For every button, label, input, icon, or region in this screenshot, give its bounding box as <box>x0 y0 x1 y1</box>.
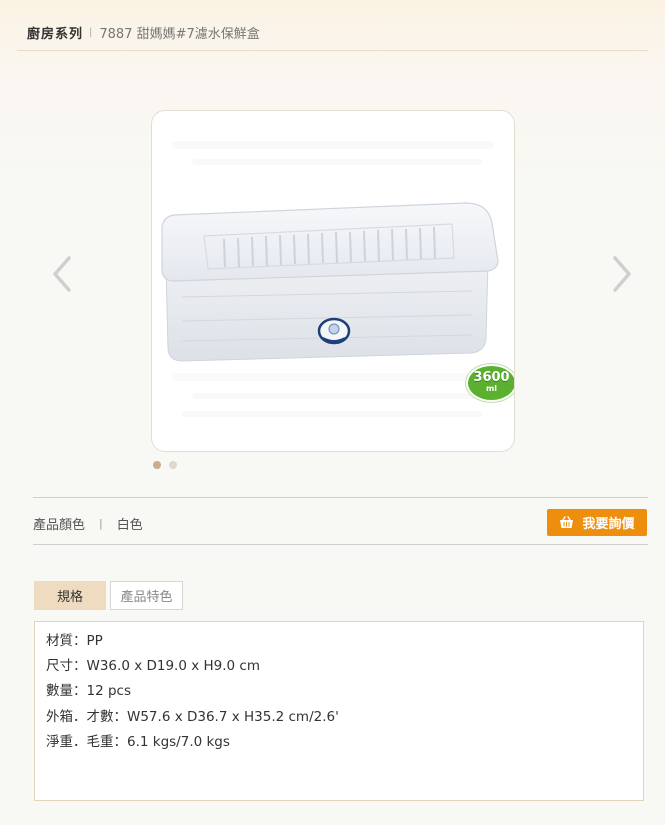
brand-emblem <box>317 317 351 345</box>
spec-dimensions: 尺寸：W36.0 x D19.0 x H9.0 cm <box>46 658 260 675</box>
carousel-next-button[interactable] <box>607 252 637 296</box>
specifications-panel: 材質：PP 尺寸：W36.0 x D19.0 x H9.0 cm 數量：12 p… <box>34 621 644 801</box>
tab-specifications[interactable]: 規格 <box>34 581 106 610</box>
breadcrumb-current: 7887 甜媽媽#7濾水保鮮盒 <box>99 26 260 42</box>
carousel-dot-2[interactable] <box>169 461 177 469</box>
capacity-unit: ml <box>485 384 498 393</box>
spec-weight: 淨重．毛重：6.1 kgs/7.0 kgs <box>46 733 230 750</box>
breadcrumb-divider <box>17 50 648 51</box>
capacity-badge: 3600 ml <box>466 364 514 402</box>
color-label: 產品顏色 <box>33 517 86 533</box>
carousel-pagination <box>153 461 177 469</box>
breadcrumb-category-link[interactable]: 廚房系列 <box>27 23 83 42</box>
color-separator: | <box>99 516 103 530</box>
carousel-dot-1[interactable] <box>153 461 161 469</box>
inquiry-button[interactable]: 我要詢價 <box>547 509 647 536</box>
breadcrumb-separator: | <box>89 26 93 38</box>
spec-carton-size: 外箱．才數：W57.6 x D36.7 x H35.2 cm/2.6' <box>46 708 339 725</box>
basket-icon <box>560 516 574 528</box>
chevron-right-icon <box>613 256 631 292</box>
chevron-left-icon <box>53 256 71 292</box>
tab-product-features[interactable]: 產品特色 <box>110 581 183 610</box>
divider-bottom <box>33 544 648 545</box>
carousel-prev-button[interactable] <box>47 252 77 296</box>
breadcrumb: 廚房系列 | 7887 甜媽媽#7濾水保鮮盒 <box>27 22 260 42</box>
product-info-tabs: 規格 產品特色 <box>34 581 183 610</box>
product-color-row: 產品顏色 | 白色 我要詢價 <box>33 509 647 537</box>
spec-quantity: 數量：12 pcs <box>46 683 131 700</box>
spec-material: 材質：PP <box>46 633 103 649</box>
product-image <box>161 141 499 417</box>
color-value: 白色 <box>116 517 143 533</box>
product-image-carousel[interactable]: 3600 ml <box>151 110 515 452</box>
capacity-value: 3600 <box>473 370 510 385</box>
divider-top <box>33 497 648 498</box>
inquiry-button-label: 我要詢價 <box>582 517 635 532</box>
